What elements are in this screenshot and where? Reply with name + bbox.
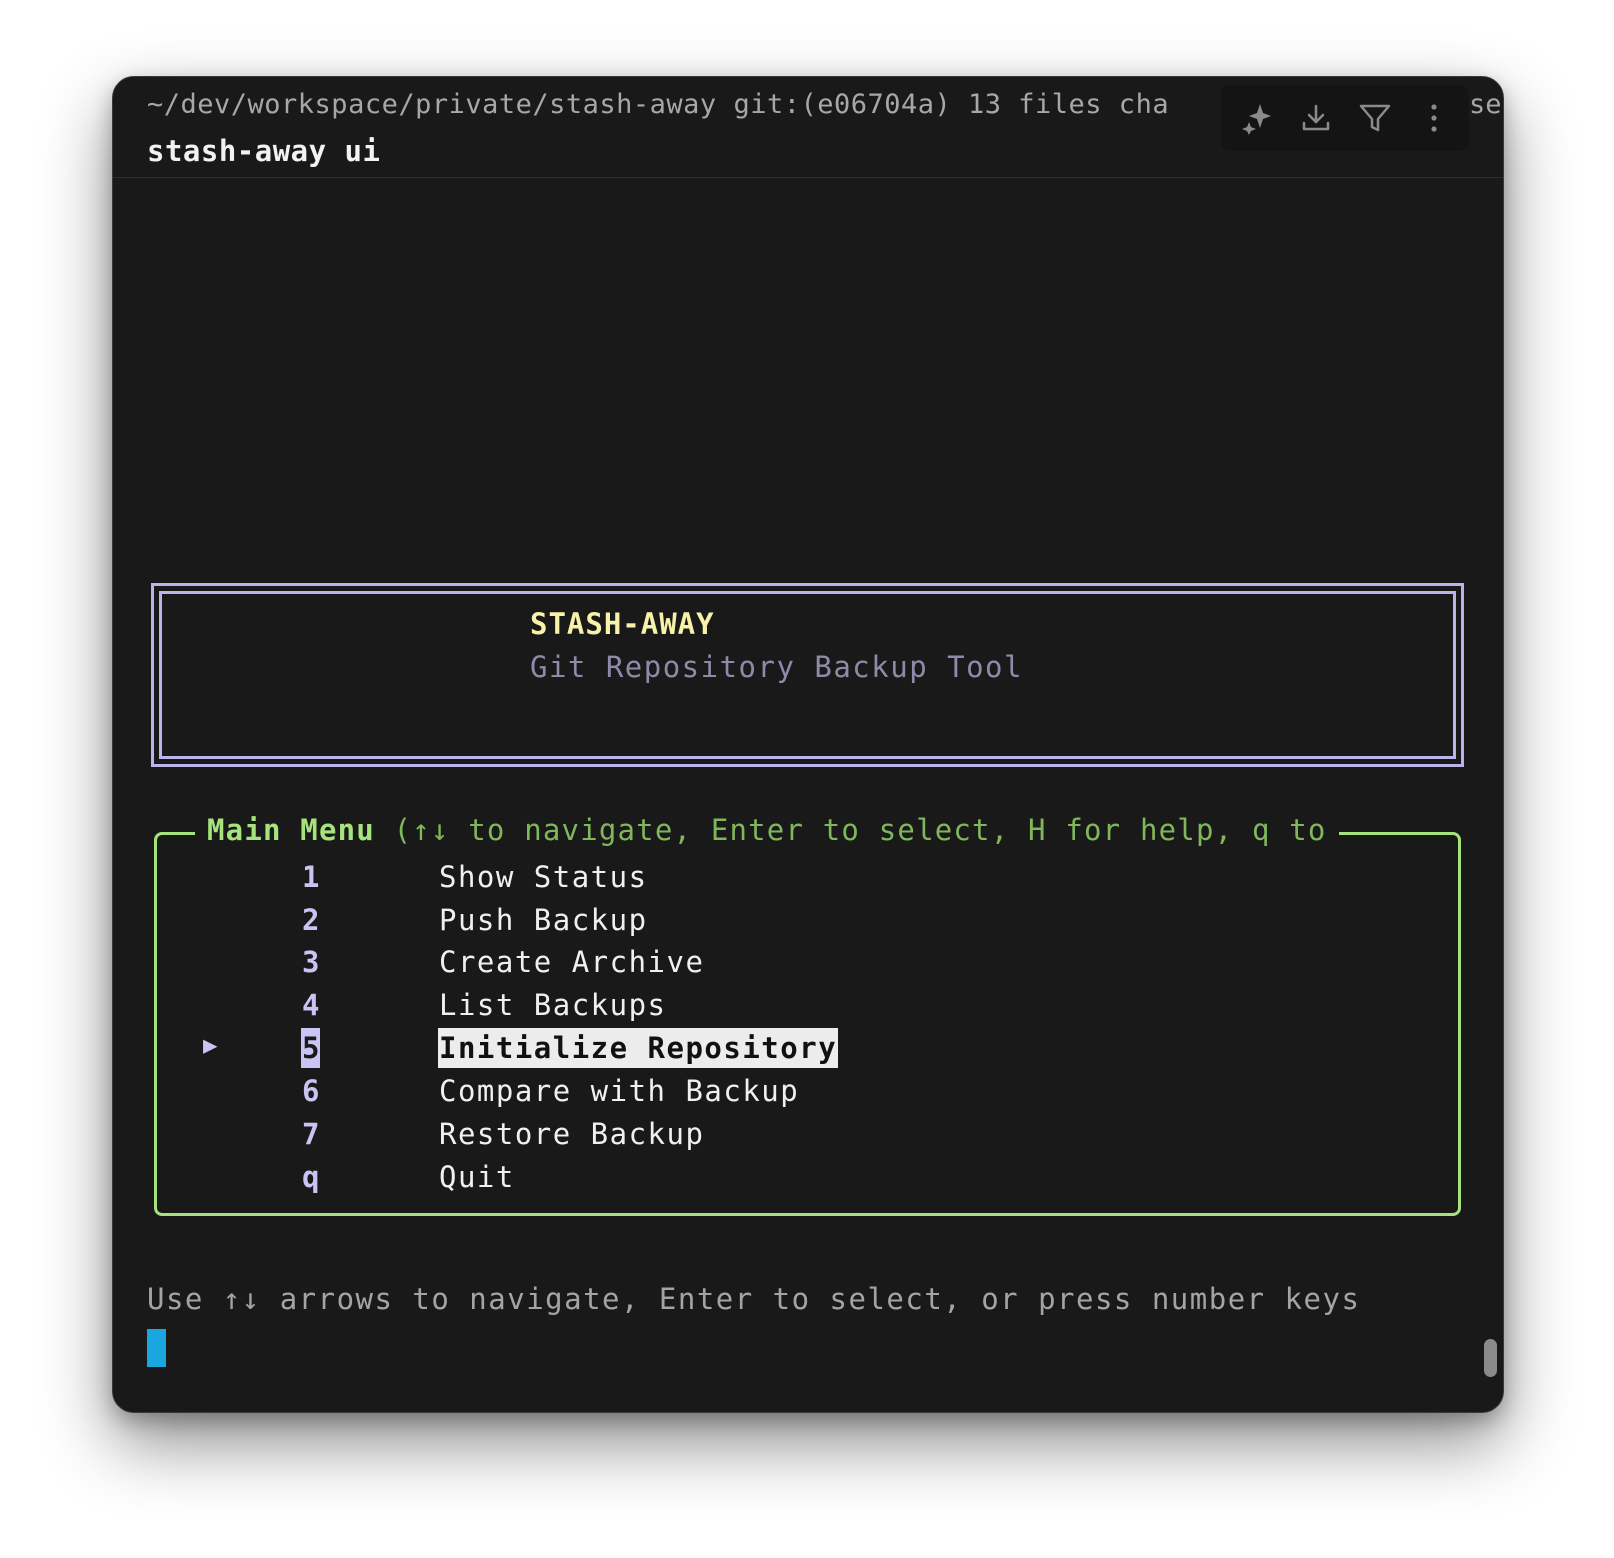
menu-item-key: 5 [301, 1028, 321, 1068]
main-menu: Main Menu (↑↓ to navigate, Enter to sele… [154, 813, 1461, 1216]
menu-item-key: 2 [302, 903, 320, 937]
menu-item-label: Compare with Backup [439, 1074, 800, 1108]
menu-item-label: Quit [439, 1160, 515, 1194]
menu-item-key: 7 [302, 1117, 320, 1151]
menu-title-label: Main Menu [207, 813, 375, 847]
menu-title-hint: (↑↓ to navigate, Enter to select, H for … [393, 813, 1327, 847]
menu-item-key: 1 [302, 860, 320, 894]
sparkle-button[interactable] [1235, 96, 1279, 140]
menu-item-show-status[interactable]: 1 Show Status [157, 857, 1458, 897]
menu-item-push-backup[interactable]: 2 Push Backup [157, 900, 1458, 940]
menu-item-restore-backup[interactable]: 7 Restore Backup [157, 1114, 1458, 1154]
selection-pointer-icon: ▶ [203, 1031, 218, 1059]
download-button[interactable] [1294, 96, 1338, 140]
menu-item-compare-with-backup[interactable]: 6 Compare with Backup [157, 1071, 1458, 1111]
banner-subtitle: Git Repository Backup Tool [530, 650, 1023, 684]
menu-item-label: Show Status [439, 860, 648, 894]
filter-button[interactable] [1353, 96, 1397, 140]
menu-item-label: Initialize Repository [438, 1028, 839, 1068]
menu-item-label: Restore Backup [439, 1117, 705, 1151]
scrollbar-thumb[interactable] [1484, 1339, 1497, 1377]
menu-item-label: List Backups [439, 988, 667, 1022]
terminal-header: ~/dev/workspace/private/stash-away git:(… [113, 77, 1503, 178]
menu-item-list-backups[interactable]: 4 List Backups [157, 985, 1458, 1025]
menu-title: Main Menu (↑↓ to navigate, Enter to sele… [195, 813, 1339, 847]
menu-item-key: 4 [302, 988, 320, 1022]
text-cursor [147, 1329, 166, 1367]
terminal-window: ~/dev/workspace/private/stash-away git:(… [112, 76, 1504, 1413]
menu-item-label: Create Archive [439, 945, 705, 979]
prompt-line: ~/dev/workspace/private/stash-away git:(… [147, 89, 1170, 120]
menu-item-key: 6 [302, 1074, 320, 1108]
banner-title: STASH-AWAY [530, 607, 715, 641]
app-banner: STASH-AWAY Git Repository Backup Tool [151, 583, 1464, 767]
command-line: stash-away ui [147, 134, 381, 168]
help-text: Use ↑↓ arrows to navigate, Enter to sele… [147, 1282, 1361, 1316]
menu-item-initialize-repository[interactable]: ▶ 5 Initialize Repository [157, 1028, 1458, 1068]
menu-item-label: Push Backup [439, 903, 648, 937]
menu-item-create-archive[interactable]: 3 Create Archive [157, 942, 1458, 982]
more-vertical-icon [1430, 104, 1437, 132]
sparkle-icon [1241, 104, 1271, 135]
block-toolbar [1221, 85, 1469, 151]
filter-icon [1359, 104, 1390, 132]
menu-item-key: 3 [302, 945, 320, 979]
prompt-overflow-text: se [1469, 89, 1502, 120]
download-icon [1302, 104, 1329, 131]
menu-item-quit[interactable]: q Quit [157, 1157, 1458, 1197]
more-options-button[interactable] [1412, 96, 1456, 140]
menu-item-key: q [302, 1160, 320, 1194]
